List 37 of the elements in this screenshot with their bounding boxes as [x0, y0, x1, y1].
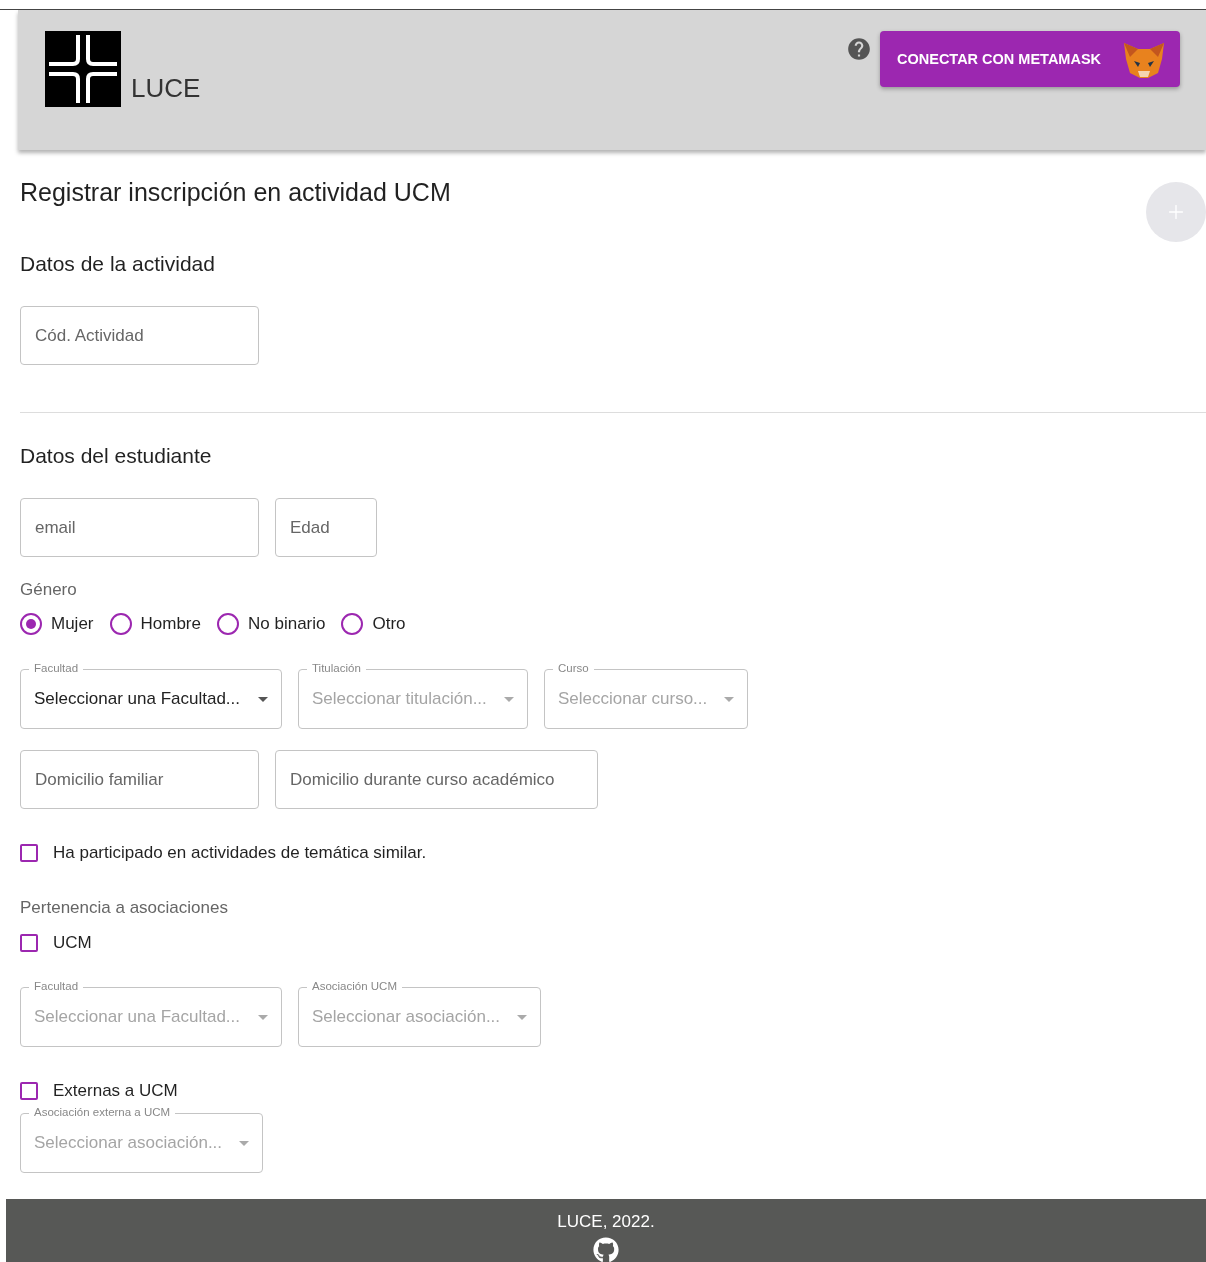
input-field[interactable]: Domicilio familiar — [20, 750, 259, 809]
page-title: Registrar inscripción en actividad UCM — [20, 178, 451, 207]
checkbox-label: UCM — [53, 933, 92, 953]
checkbox[interactable] — [20, 1082, 38, 1100]
radio-label: No binario — [248, 614, 326, 634]
radio-button[interactable] — [109, 613, 132, 635]
dropdown[interactable]: Facultad Seleccionar una Facultad... — [20, 661, 282, 729]
input-field[interactable]: Edad — [275, 498, 377, 557]
footer-text: LUCE, 2022. — [557, 1212, 655, 1232]
checkbox-label: Externas a UCM — [53, 1081, 178, 1101]
section-heading: Datos de la actividad — [20, 252, 216, 276]
radio-label: Otro — [372, 614, 406, 634]
help-icon[interactable] — [846, 36, 872, 62]
checkbox-label: Ha participado en actividades de temática similar. — [53, 843, 427, 863]
caret-icon — [258, 1014, 268, 1020]
input-field[interactable]: email — [20, 498, 259, 557]
brand-name: LUCE — [131, 75, 201, 101]
checkbox[interactable] — [20, 844, 38, 862]
github-icon[interactable] — [593, 1237, 619, 1262]
section-label: Pertenencia a asociaciones — [20, 898, 228, 917]
caret-icon — [504, 696, 514, 702]
caret-icon — [724, 696, 734, 702]
radio-button[interactable] — [217, 613, 239, 635]
radio-button[interactable] — [341, 613, 364, 635]
checkbox[interactable] — [20, 934, 38, 952]
radio-label: Hombre — [140, 614, 201, 634]
input-field[interactable]: Cód. Actividad — [20, 306, 259, 365]
radio-button[interactable] — [20, 613, 42, 635]
section-heading: Datos del estudiante — [20, 444, 213, 468]
radio-label: Mujer — [51, 614, 94, 634]
caret-icon — [239, 1140, 249, 1146]
connect-button[interactable]: CONECTAR CON METAMASK — [880, 31, 1180, 87]
logo-icon — [45, 31, 121, 107]
caret-icon — [517, 1014, 527, 1020]
input-field[interactable]: Domicilio durante curso académico — [275, 750, 598, 809]
field-label: Género — [20, 580, 77, 599]
caret-icon — [258, 696, 268, 702]
